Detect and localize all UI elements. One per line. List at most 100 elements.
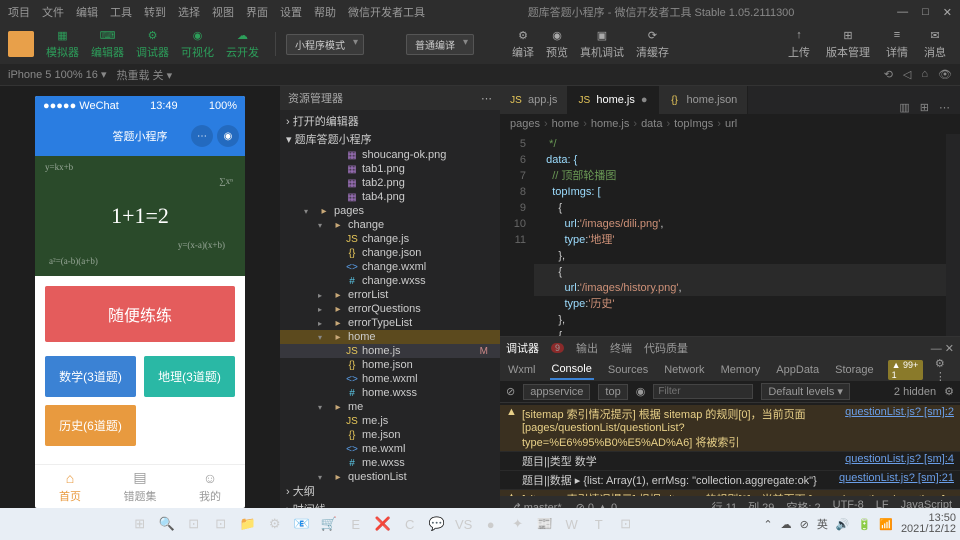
quality-tab[interactable]: 代码质量 [644,340,688,356]
terminal-tab[interactable]: 终端 [610,340,632,356]
context-dropdown[interactable]: appservice [523,384,590,400]
tree-item[interactable]: ▾▸me [280,400,500,414]
taskbar-app-icon[interactable]: VS [452,512,476,536]
tree-item[interactable]: #change.wxss [280,274,500,288]
output-tab[interactable]: 输出 [576,340,598,356]
tree-item[interactable]: {}me.json [280,428,500,442]
eye-icon[interactable]: ◉ [636,385,646,398]
tabbar-item[interactable]: ☺我的 [175,465,245,508]
console-output[interactable]: ▲[sitemap 索引情况提示] 根据 sitemap 的规则[0]，当前页面… [500,403,960,496]
tree-item[interactable]: ▦tab4.png [280,190,500,204]
tray-icon[interactable]: 📶 [879,518,893,531]
taskbar-app-icon[interactable]: C [398,512,422,536]
taskbar-app-icon[interactable]: ⚙ [263,512,287,536]
subject-button[interactable]: 地理(3道题) [144,356,235,397]
breadcrumb[interactable]: pages›home›home.js›data›topImgs›url [500,114,960,134]
menu-item[interactable]: 帮助 [314,4,336,20]
editor-tab[interactable]: {}home.json [659,86,749,114]
toolbar-button[interactable]: ▣真机调试 [574,26,630,62]
devtools-tab[interactable]: Memory [719,361,763,379]
taskbar-app-icon[interactable]: ❌ [371,512,395,536]
taskbar-app-icon[interactable]: ✦ [506,512,530,536]
tabbar-item[interactable]: ⌂首页 [35,465,105,508]
console-log-line[interactable]: 题目||类型 数学questionList.js? [sm]:4 [500,452,960,471]
banner-image[interactable]: y=kx+b ∑xⁿ a²=(a-b)(a+b) y=(x-a)(x+b) 1+… [35,156,245,276]
tree-item[interactable]: ▦shoucang-ok.png [280,148,500,162]
tree-item[interactable]: {}home.json [280,358,500,372]
device-select[interactable]: iPhone 5 100% 16 ▾ [8,68,106,81]
menu-item[interactable]: 选择 [178,4,200,20]
toolbar-button[interactable]: ⊞版本管理 [820,26,876,62]
tree-item[interactable]: ▸▸errorQuestions [280,302,500,316]
devtools-tab[interactable]: AppData [774,361,821,379]
taskbar-app-icon[interactable]: 🛒 [317,512,341,536]
outline-section[interactable]: › 大纲 [280,482,500,500]
menu-item[interactable]: 编辑 [76,4,98,20]
maximize-icon[interactable]: □ [922,6,929,19]
tree-item[interactable]: <>me.wxml [280,442,500,456]
filter-input[interactable] [653,384,753,399]
random-practice-button[interactable]: 随便练练 [45,286,235,342]
taskbar-app-icon[interactable]: ⊡ [182,512,206,536]
editor-tab[interactable]: JSapp.js [500,86,568,114]
taskbar-app-icon[interactable]: ● [479,512,503,536]
tree-item[interactable]: ▾▸home [280,330,500,344]
tree-item[interactable]: JSchange.js [280,232,500,246]
avatar[interactable] [8,31,34,57]
taskbar-clock[interactable]: 13:502021/12/12 [901,513,956,535]
editor-tab[interactable]: JShome.js● [568,86,658,114]
toolbar-button[interactable]: ⚙调试器 [130,26,175,62]
opened-editors-section[interactable]: › 打开的编辑器 [280,112,500,130]
compile-dropdown[interactable]: 普通编译 [406,34,474,55]
tray-icon[interactable]: ☁ [781,518,792,531]
devtools-tab[interactable]: Storage [833,361,876,379]
taskbar-app-icon[interactable]: T [587,512,611,536]
tree-item[interactable]: #me.wxss [280,456,500,470]
capsule-menu-icon[interactable]: ⋯ [191,125,213,147]
gear-icon[interactable]: ⚙ [944,385,954,398]
taskbar-app-icon[interactable]: E [344,512,368,536]
tree-item[interactable]: #home.wxss [280,386,500,400]
toolbar-button[interactable]: ⌨编辑器 [85,26,130,62]
toolbar-button[interactable]: ◉预览 [540,26,574,62]
debugger-label[interactable]: 调试器 [506,340,539,356]
tree-item[interactable]: {}change.json [280,246,500,260]
levels-dropdown[interactable]: Default levels ▾ [761,383,850,400]
mode-dropdown[interactable]: 小程序模式 [286,34,364,55]
devtools-tab[interactable]: Console [550,360,594,380]
tray-icon[interactable]: ⌃ [763,518,772,531]
devtools-tab[interactable]: Network [662,361,706,379]
devtools-close-icon[interactable]: — ✕ [931,342,954,355]
eye-icon[interactable]: 👁 [938,68,952,81]
close-icon[interactable]: ✕ [943,6,952,19]
tree-item[interactable]: <>change.wxml [280,260,500,274]
menu-item[interactable]: 文件 [42,4,64,20]
tree-item[interactable]: JShome.jsM [280,344,500,358]
taskbar-app-icon[interactable]: W [560,512,584,536]
tray-icon[interactable]: ⊘ [800,518,809,531]
more-icon[interactable]: ⋯ [481,92,492,105]
menu-item[interactable]: 界面 [246,4,268,20]
toolbar-button[interactable]: ◉可视化 [175,26,220,62]
taskbar-app-icon[interactable]: 💬 [425,512,449,536]
minimize-icon[interactable]: — [897,6,908,19]
more-icon[interactable]: ⋯ [939,101,950,114]
toolbar-button[interactable]: ☁云开发 [220,26,265,62]
capsule-close-icon[interactable]: ◉ [217,125,239,147]
toolbar-button[interactable]: ⚙编译 [506,26,540,62]
tree-item[interactable]: ▦tab2.png [280,176,500,190]
hot-reload[interactable]: 热重载 关 ▾ [116,67,172,83]
tree-item[interactable]: ▸▸errorList [280,288,500,302]
menu-item[interactable]: 转到 [144,4,166,20]
project-root[interactable]: ▾ 题库答题小程序 [280,130,500,148]
taskbar-app-icon[interactable]: ⊞ [128,512,152,536]
split-icon[interactable]: ▥ [899,101,909,114]
toolbar-button[interactable]: ↑上传 [782,26,816,62]
tree-item[interactable]: ▾▸pages [280,204,500,218]
layout-icon[interactable]: ⊞ [920,101,929,114]
back-icon[interactable]: ◁ [903,68,911,81]
tree-item[interactable]: ▦tab1.png [280,162,500,176]
tabbar-item[interactable]: ▤错题集 [105,465,175,508]
code-content[interactable]: */ data: { // 顶部轮播图 topImgs: [ { url:'/i… [534,134,946,336]
minimap[interactable] [946,134,960,336]
